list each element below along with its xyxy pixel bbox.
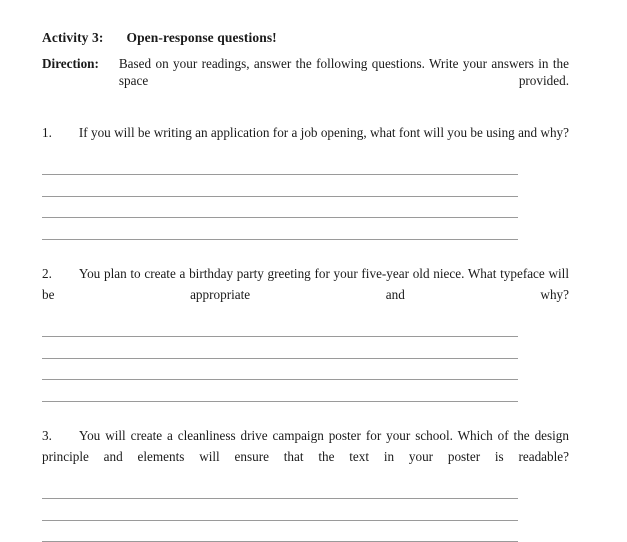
question-text: 3.You will create a cleanliness drive ca…	[42, 425, 569, 490]
activity-title: Open-response questions!	[126, 30, 276, 46]
direction-text: Based on your readings, answer the follo…	[119, 55, 569, 106]
answer-line[interactable]	[42, 379, 518, 380]
answer-line[interactable]	[42, 239, 518, 240]
question-text: 1. If you will be writing an application …	[42, 122, 569, 165]
answer-line[interactable]	[42, 174, 518, 175]
question-number: 1.	[42, 125, 52, 140]
answer-line[interactable]	[42, 196, 518, 197]
answer-line[interactable]	[42, 401, 518, 402]
question-block: 3.You will create a cleanliness drive ca…	[42, 425, 569, 542]
question-block: 1. If you will be writing an application …	[42, 122, 569, 240]
question-body: You plan to create a birthday party gree…	[42, 266, 569, 303]
question-body: You will create a cleanliness drive camp…	[42, 428, 569, 465]
activity-heading: Activity 3: Open-response questions!	[42, 30, 569, 46]
answer-lines	[42, 336, 518, 402]
answer-line[interactable]	[42, 217, 518, 218]
activity-label: Activity 3:	[42, 30, 103, 46]
direction-label: Direction:	[42, 55, 99, 72]
question-number: 3.	[42, 428, 52, 443]
answer-line[interactable]	[42, 358, 518, 359]
question-text: 2.You plan to create a birthday party gr…	[42, 263, 569, 328]
answer-line[interactable]	[42, 336, 518, 337]
answer-lines	[42, 498, 518, 542]
worksheet-page: Activity 3: Open-response questions! Dir…	[0, 0, 627, 523]
answer-line[interactable]	[42, 498, 518, 499]
answer-lines	[42, 174, 518, 240]
answer-line[interactable]	[42, 520, 518, 521]
question-number: 2.	[42, 266, 52, 281]
question-block: 2.You plan to create a birthday party gr…	[42, 263, 569, 402]
question-body: If you will be writing an application fo…	[79, 125, 569, 140]
direction-block: Direction: Based on your readings, answe…	[42, 55, 569, 106]
